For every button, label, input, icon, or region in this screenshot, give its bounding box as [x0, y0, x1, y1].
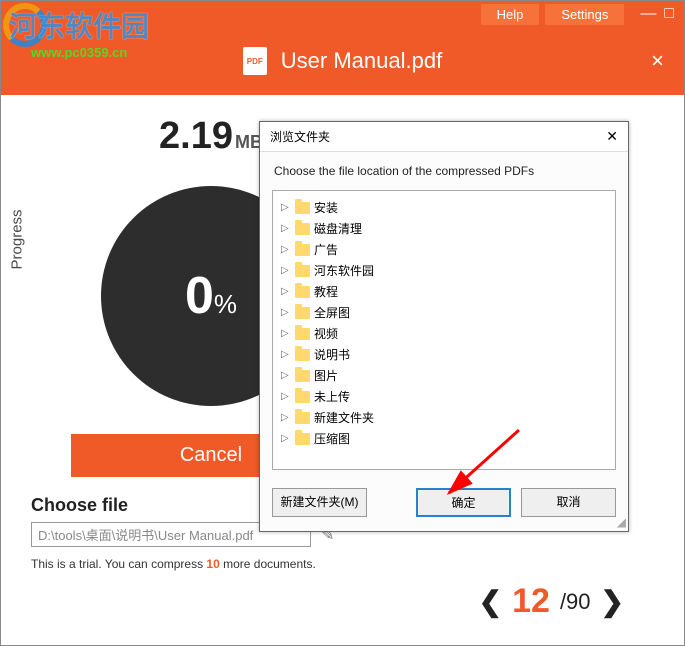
page-total: /90 — [560, 589, 591, 615]
folder-label: 未上传 — [314, 388, 350, 405]
dialog-message: Choose the file location of the compress… — [260, 152, 628, 186]
folder-icon — [295, 328, 310, 340]
folder-icon — [295, 286, 310, 298]
folder-item[interactable]: ▷ 未上传 — [277, 386, 611, 407]
folder-item[interactable]: ▷ 教程 — [277, 281, 611, 302]
original-size: 2.19MB — [159, 115, 263, 158]
progress-percent: 0 — [185, 267, 214, 325]
folder-item[interactable]: ▷ 河东软件园 — [277, 260, 611, 281]
browse-folder-dialog: 浏览文件夹 ✕ Choose the file location of the … — [259, 121, 629, 532]
minimize-icon[interactable]: — — [640, 5, 656, 23]
prev-page-icon[interactable]: ❮ — [479, 585, 502, 618]
folder-item[interactable]: ▷ 安装 — [277, 197, 611, 218]
folder-label: 说明书 — [314, 346, 350, 363]
folder-label: 图片 — [314, 367, 338, 384]
expand-icon[interactable]: ▷ — [281, 202, 291, 213]
header-filename: User Manual.pdf — [281, 48, 442, 74]
pdf-icon: PDF — [243, 47, 267, 75]
folder-item[interactable]: ▷ 说明书 — [277, 344, 611, 365]
dialog-close-icon[interactable]: ✕ — [606, 128, 618, 145]
folder-icon — [295, 412, 310, 424]
folder-label: 安装 — [314, 199, 338, 216]
ok-button[interactable]: 确定 — [416, 488, 511, 517]
trial-notice: This is a trial. You can compress 10 mor… — [31, 557, 654, 571]
folder-label: 视频 — [314, 325, 338, 342]
maximize-icon[interactable]: □ — [664, 5, 674, 23]
percent-unit: % — [214, 289, 237, 319]
expand-icon[interactable]: ▷ — [281, 433, 291, 444]
folder-item[interactable]: ▷ 压缩图 — [277, 428, 611, 449]
folder-label: 压缩图 — [314, 430, 350, 447]
resize-grip-icon[interactable]: ◢ — [617, 515, 626, 529]
expand-icon[interactable]: ▷ — [281, 286, 291, 297]
folder-icon — [295, 202, 310, 214]
expand-icon[interactable]: ▷ — [281, 370, 291, 381]
folder-label: 全屏图 — [314, 304, 350, 321]
file-header: PDF User Manual.pdf × — [1, 27, 684, 95]
folder-icon — [295, 307, 310, 319]
folder-label: 广告 — [314, 241, 338, 258]
folder-icon — [295, 433, 310, 445]
expand-icon[interactable]: ▷ — [281, 244, 291, 255]
expand-icon[interactable]: ▷ — [281, 328, 291, 339]
folder-icon — [295, 349, 310, 361]
folder-icon — [295, 391, 310, 403]
folder-item[interactable]: ▷ 图片 — [277, 365, 611, 386]
expand-icon[interactable]: ▷ — [281, 391, 291, 402]
help-button[interactable]: Help — [481, 4, 540, 25]
folder-icon — [295, 370, 310, 382]
folder-label: 教程 — [314, 283, 338, 300]
page-current: 12 — [512, 582, 550, 621]
folder-item[interactable]: ▷ 新建文件夹 — [277, 407, 611, 428]
expand-icon[interactable]: ▷ — [281, 265, 291, 276]
folder-icon — [295, 244, 310, 256]
settings-button[interactable]: Settings — [545, 4, 624, 25]
dialog-title: 浏览文件夹 — [270, 128, 330, 145]
top-toolbar: Help Settings — □ — [1, 1, 684, 27]
dialog-cancel-button[interactable]: 取消 — [521, 488, 616, 517]
close-file-icon[interactable]: × — [651, 48, 664, 74]
new-folder-button[interactable]: 新建文件夹(M) — [272, 488, 367, 517]
folder-item[interactable]: ▷ 全屏图 — [277, 302, 611, 323]
folder-icon — [295, 265, 310, 277]
folder-label: 新建文件夹 — [314, 409, 374, 426]
expand-icon[interactable]: ▷ — [281, 349, 291, 360]
folder-icon — [295, 223, 310, 235]
pager: ❮ 12 /90 ❯ — [479, 582, 624, 621]
next-page-icon[interactable]: ❯ — [601, 585, 624, 618]
folder-item[interactable]: ▷ 磁盘清理 — [277, 218, 611, 239]
folder-label: 河东软件园 — [314, 262, 374, 279]
size-value: 2.19 — [159, 115, 233, 157]
expand-icon[interactable]: ▷ — [281, 307, 291, 318]
folder-tree[interactable]: ▷ 安装 ▷ 磁盘清理 ▷ 广告 ▷ 河东软件园 ▷ 教程 ▷ 全屏图 ▷ 视频 ▷ 说明书 ▷ 图片 ▷ 未上传 ▷ 新… — [272, 190, 616, 470]
expand-icon[interactable]: ▷ — [281, 223, 291, 234]
expand-icon[interactable]: ▷ — [281, 412, 291, 423]
folder-item[interactable]: ▷ 广告 — [277, 239, 611, 260]
folder-label: 磁盘清理 — [314, 220, 362, 237]
progress-axis-label: Progress — [9, 209, 26, 269]
folder-item[interactable]: ▷ 视频 — [277, 323, 611, 344]
